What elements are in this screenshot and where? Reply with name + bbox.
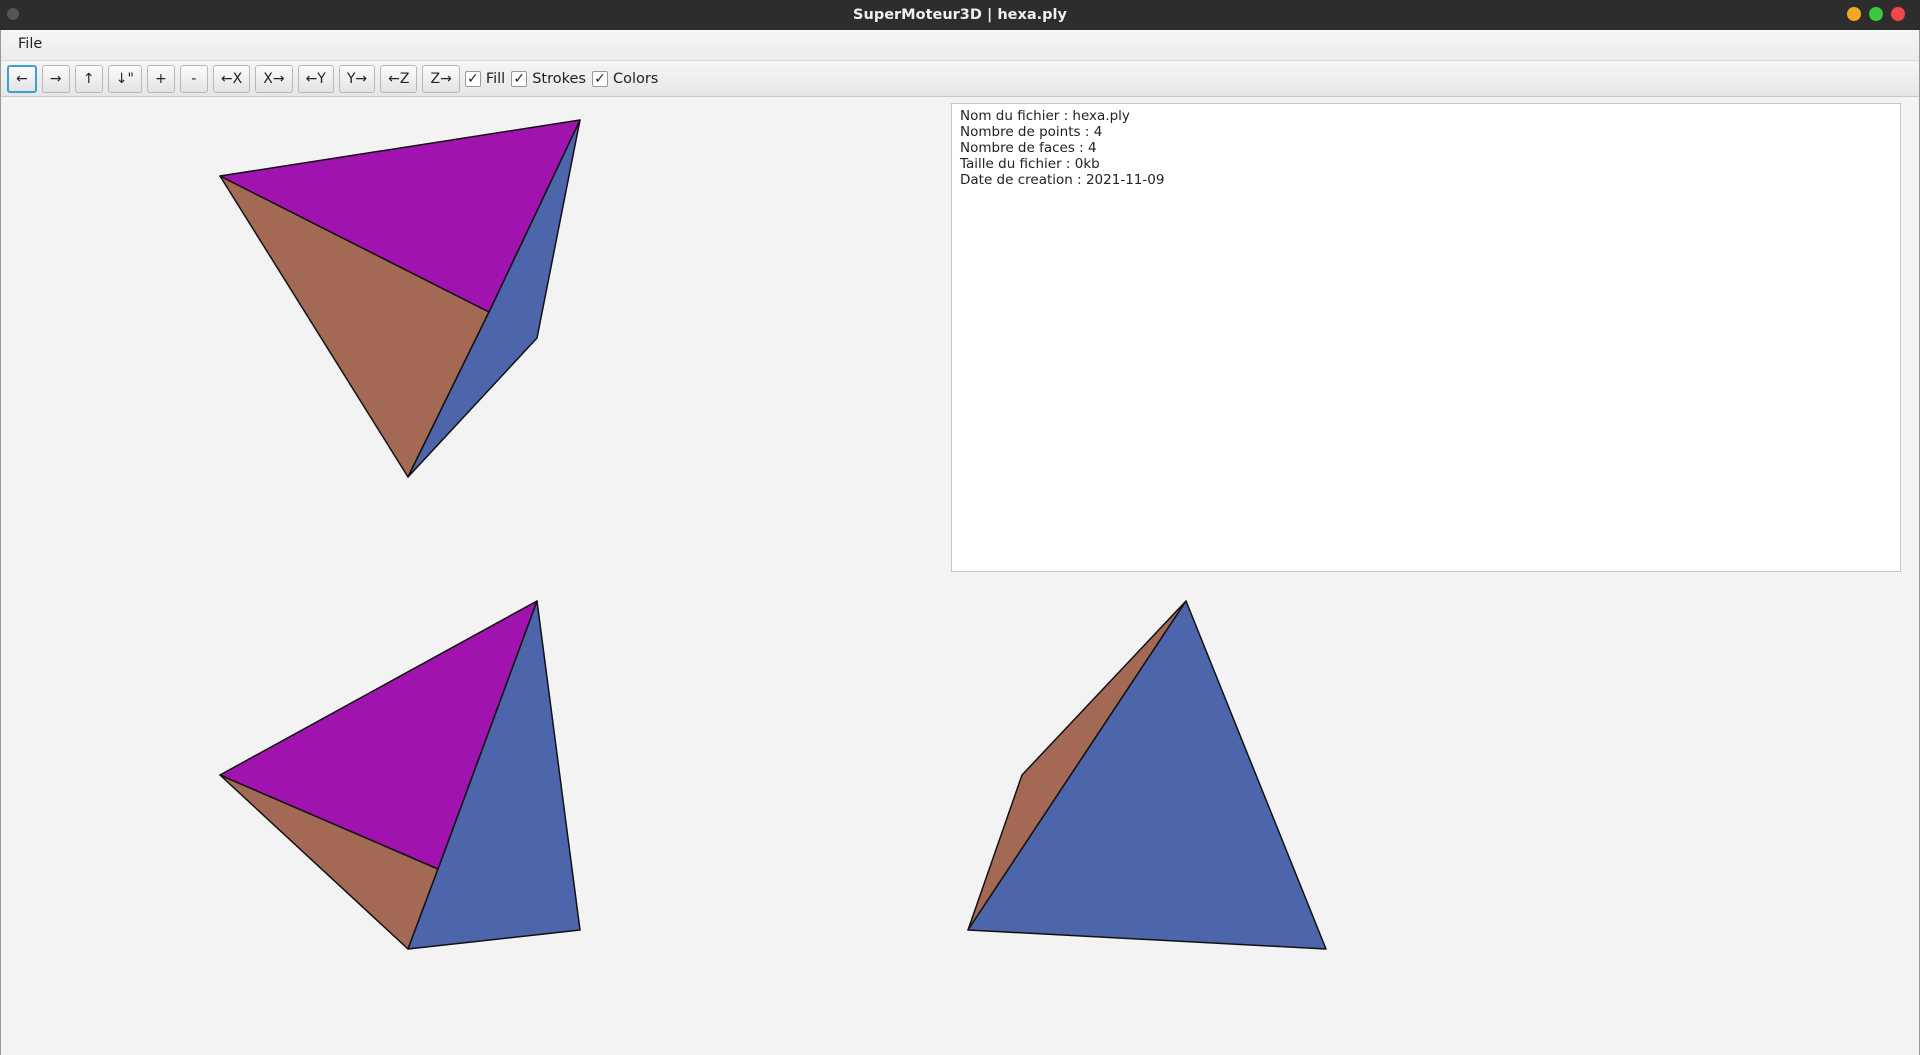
title-bar: SuperMoteur3D | hexa.ply bbox=[0, 0, 1920, 30]
window-title: SuperMoteur3D | hexa.ply bbox=[853, 7, 1067, 23]
move-down-button[interactable]: ↓" bbox=[107, 64, 142, 93]
close-button[interactable] bbox=[1891, 7, 1905, 21]
window-border-left bbox=[0, 30, 1, 1055]
fill-checkbox-label[interactable]: Fill bbox=[486, 71, 505, 87]
strokes-checkbox[interactable]: ✓ bbox=[511, 70, 528, 87]
info-face-count: Nombre de faces : 4 bbox=[960, 140, 1097, 156]
minimize-button[interactable] bbox=[1847, 7, 1861, 21]
move-left-button[interactable]: ← bbox=[7, 64, 37, 93]
rotate-z-right-button[interactable]: Z→ bbox=[422, 64, 460, 93]
info-creation-date: Date de creation : 2021-11-09 bbox=[960, 172, 1165, 188]
strokes-checkbox-label[interactable]: Strokes bbox=[532, 71, 586, 87]
info-file-name: Nom du fichier : hexa.ply bbox=[960, 108, 1130, 124]
file-info-panel[interactable]: Nom du fichier : hexa.ply Nombre de poin… bbox=[951, 103, 1901, 572]
toolbar: ← → ↑ ↓" + - ←X X→ ←Y Y→ ←Z Z→ ✓ Fill ✓ … bbox=[0, 61, 1920, 97]
maximize-button[interactable] bbox=[1869, 7, 1883, 21]
rotate-x-right-button[interactable]: X→ bbox=[255, 64, 293, 93]
rotate-y-left-button[interactable]: ←Y bbox=[297, 64, 334, 93]
fill-checkbox[interactable]: ✓ bbox=[464, 70, 481, 87]
menu-bar: File bbox=[0, 30, 1920, 61]
colors-checkbox[interactable]: ✓ bbox=[591, 70, 608, 87]
rotate-y-right-button[interactable]: Y→ bbox=[338, 64, 376, 93]
info-file-size: Taille du fichier : 0kb bbox=[960, 156, 1100, 172]
rotate-z-left-button[interactable]: ←Z bbox=[380, 64, 418, 93]
info-point-count: Nombre de points : 4 bbox=[960, 124, 1103, 140]
rotate-x-left-button[interactable]: ←X bbox=[212, 64, 251, 93]
colors-checkbox-label[interactable]: Colors bbox=[613, 71, 658, 87]
move-right-button[interactable]: → bbox=[41, 64, 70, 93]
tetrahedron-view-top-left[interactable] bbox=[219, 119, 581, 478]
move-up-button[interactable]: ↑ bbox=[74, 64, 103, 93]
tetrahedron-view-bottom-left[interactable] bbox=[219, 600, 581, 950]
zoom-out-button[interactable]: - bbox=[179, 64, 208, 93]
menu-file[interactable]: File bbox=[12, 35, 48, 53]
zoom-in-button[interactable]: + bbox=[146, 64, 175, 93]
tetrahedron-view-bottom-right[interactable] bbox=[967, 600, 1327, 950]
